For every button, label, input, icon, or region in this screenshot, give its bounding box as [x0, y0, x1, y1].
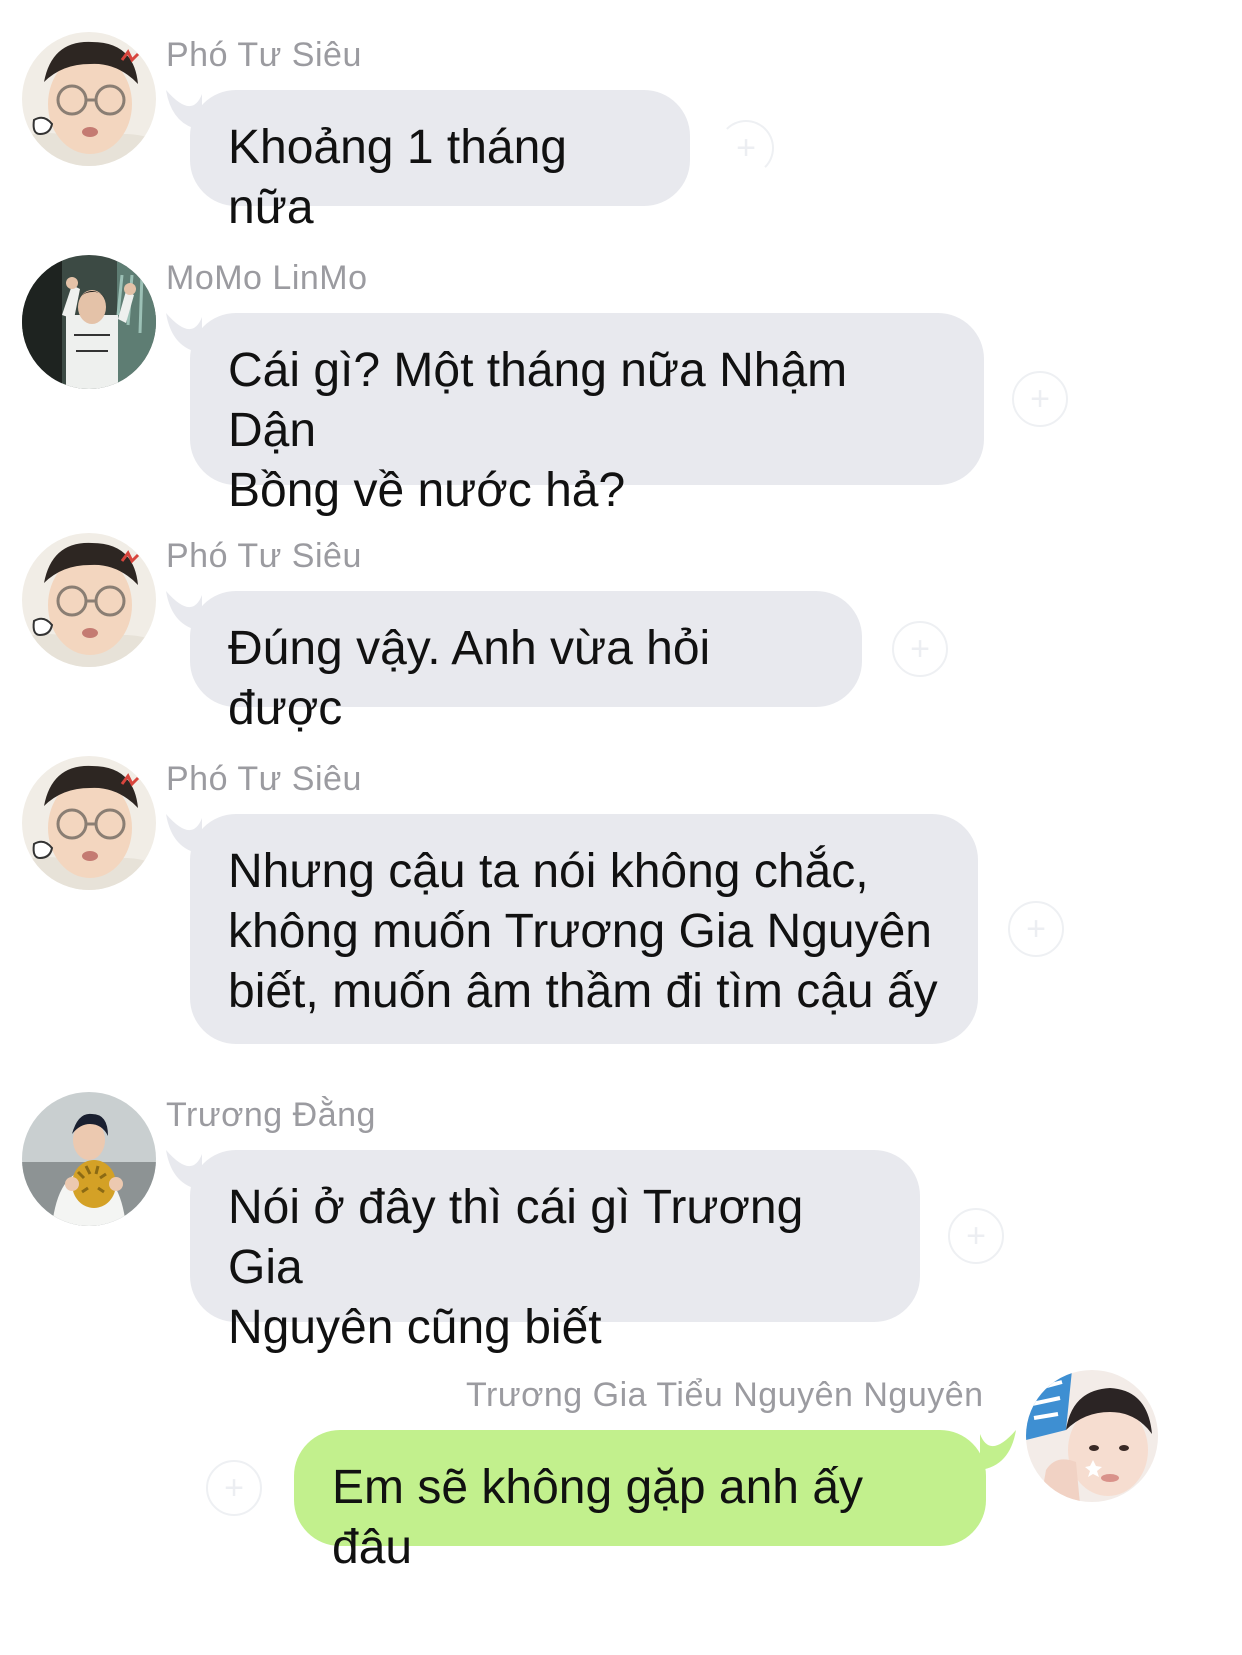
message-bubble[interactable]: Đúng vậy. Anh vừa hỏi được	[190, 591, 862, 735]
message-bubble[interactable]: Nói ở đây thì cái gì Trương Gia Nguyên c…	[190, 1150, 920, 1354]
message-bubble[interactable]: Khoảng 1 tháng nữa	[190, 90, 690, 234]
waving-boy-avatar[interactable]	[22, 255, 156, 389]
selfie-boy-avatar[interactable]	[1026, 1370, 1158, 1502]
message-bubble[interactable]: Nhưng cậu ta nói không chắc, không muốn …	[190, 814, 978, 1044]
sender-name: Phó Tư Siêu	[166, 760, 362, 798]
add-reaction-icon[interactable]: +	[892, 621, 948, 677]
add-reaction-icon[interactable]: +	[718, 120, 774, 176]
add-reaction-icon[interactable]: +	[948, 1208, 1004, 1264]
message-bubble[interactable]: Cái gì? Một tháng nữa Nhậm Dận Bồng về n…	[190, 313, 984, 517]
message-bubble[interactable]: Em sẽ không gặp anh ấy đâu	[294, 1430, 986, 1574]
add-reaction-icon[interactable]: +	[1012, 371, 1068, 427]
durian-boy-avatar[interactable]	[22, 1092, 156, 1226]
glasses-boy-avatar[interactable]	[22, 756, 156, 890]
bubble-tail	[980, 1430, 1016, 1470]
sender-name: MoMo LinMo	[166, 259, 368, 297]
sender-name: Trương Gia Tiểu Nguyên Nguyên	[466, 1376, 984, 1414]
glasses-boy-avatar[interactable]	[22, 32, 156, 166]
add-reaction-icon[interactable]: +	[206, 1460, 262, 1516]
sender-name: Trương Đằng	[166, 1096, 376, 1134]
chat-thread: Phó Tư Siêu Khoảng 1 tháng nữa + MoMo Li…	[0, 0, 1242, 1655]
sender-name: Phó Tư Siêu	[166, 537, 362, 575]
glasses-boy-avatar[interactable]	[22, 533, 156, 667]
sender-name: Phó Tư Siêu	[166, 36, 362, 74]
add-reaction-icon[interactable]: +	[1008, 901, 1064, 957]
